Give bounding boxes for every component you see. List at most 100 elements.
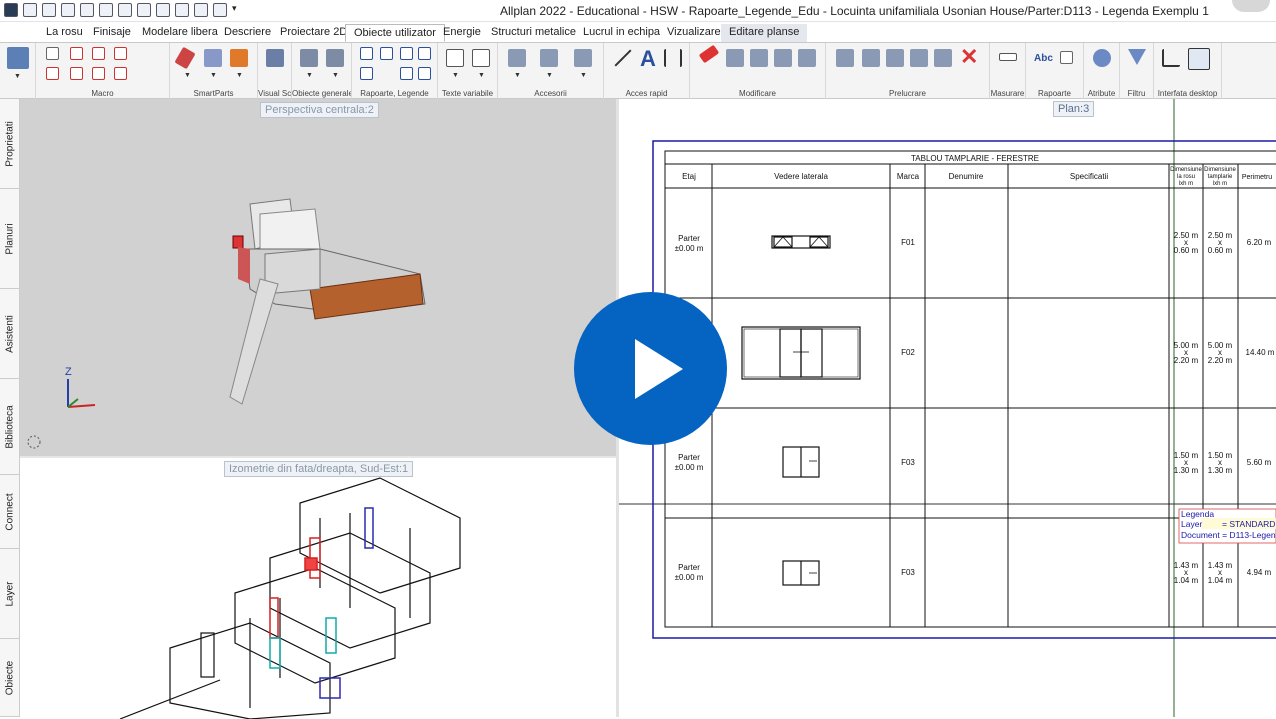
header-dim2: lxh m [1213, 181, 1227, 187]
delete-icon[interactable]: ✕ [960, 44, 978, 70]
variable-text-icon[interactable] [446, 49, 464, 67]
macro-icon[interactable] [46, 47, 59, 60]
tab-la-rosu[interactable]: La rosu [38, 24, 91, 42]
edit-icon[interactable] [862, 49, 880, 67]
tab-energie[interactable]: Energie [435, 24, 489, 42]
smartpart-icon[interactable] [204, 49, 222, 67]
edit-icon[interactable] [836, 49, 854, 67]
ribbon-group-atribute: Atribute [1084, 43, 1120, 99]
save-icon[interactable] [61, 3, 75, 17]
object-icon[interactable] [300, 49, 318, 67]
isometric-viewport[interactable]: Izometrie din fata/dreapta, Sud-Est:1 [20, 456, 616, 719]
legend-info-box[interactable]: Legenda Layer = STANDARD Document = D113… [1178, 508, 1276, 544]
copy-icon[interactable] [750, 49, 768, 67]
variable-text-icon[interactable] [472, 49, 490, 67]
settings-icon[interactable] [175, 3, 189, 17]
layers-icon[interactable] [194, 3, 208, 17]
group-label: Masurare [990, 89, 1025, 98]
tab-modelare-libera[interactable]: Modelare libera [134, 24, 226, 42]
side-tab-asistenti[interactable]: Asistenti [0, 289, 20, 379]
line-icon[interactable] [614, 49, 632, 67]
chevron-down-icon[interactable]: ▼ [14, 73, 21, 80]
desktop-icon[interactable] [1162, 49, 1180, 67]
report-icon[interactable] [360, 47, 373, 60]
menu-icon[interactable] [7, 47, 29, 69]
tab-editare-planse[interactable]: Editare planse [721, 24, 808, 42]
visual-script-icon[interactable] [266, 49, 284, 67]
abc-icon[interactable]: Abc [1034, 53, 1053, 64]
modify-icon[interactable] [774, 49, 792, 67]
ribbon-group-prelucrare: ✕ Prelucrare [826, 43, 990, 99]
tab-structuri-metalice[interactable]: Structuri metalice [483, 24, 584, 42]
table-row: Parter ±0.00 m F03 1.50 m x 1.30 m 1.50 … [675, 451, 1272, 475]
window-layout-icon[interactable] [1188, 48, 1210, 70]
eraser-icon[interactable] [698, 44, 720, 64]
legend-icon[interactable] [418, 67, 431, 80]
side-tab-layer[interactable]: Layer [0, 549, 20, 639]
macro-icon[interactable] [70, 47, 83, 60]
paste-icon[interactable] [156, 3, 170, 17]
side-tab-obiecte[interactable]: Obiecte [0, 639, 20, 717]
axis-z-label: Z [65, 366, 72, 378]
perspective-viewport[interactable]: Perspectiva centrala:2 Z [20, 99, 616, 456]
side-tab-proprietati[interactable]: Proprietati [0, 99, 20, 189]
print-icon[interactable] [80, 3, 94, 17]
tools-icon[interactable] [213, 3, 227, 17]
filter-icon[interactable] [1128, 49, 1146, 65]
side-tab-planuri[interactable]: Planuri [0, 189, 20, 289]
measure-icon[interactable] [999, 53, 1017, 61]
smartpart-icon[interactable] [230, 49, 248, 67]
tab-proiectare-2d[interactable]: Proiectare 2D [272, 24, 355, 42]
app-logo-icon[interactable] [4, 3, 18, 17]
edit-icon[interactable] [934, 49, 952, 67]
legend-icon[interactable] [400, 47, 413, 60]
edit-icon[interactable] [886, 49, 904, 67]
undo-icon[interactable] [99, 3, 113, 17]
title-bar: ▾ Allplan 2022 - Educational - HSW - Rap… [0, 0, 1276, 22]
tab-vizualizare[interactable]: Vizualizare [659, 24, 729, 42]
tab-lucrul-in-echipa[interactable]: Lucrul in echipa [575, 24, 668, 42]
macro-icon[interactable] [70, 67, 83, 80]
new-file-icon[interactable] [23, 3, 37, 17]
object-icon[interactable] [326, 49, 344, 67]
plan-viewport[interactable]: Plan:3 TABLOU TAMPLARIE - FERESTRE Etaj … [619, 99, 1276, 717]
header-marca: Marca [897, 172, 920, 181]
attribute-icon[interactable] [1093, 49, 1111, 67]
accessory-icon[interactable] [508, 49, 526, 67]
macro-icon[interactable] [114, 47, 127, 60]
open-file-icon[interactable] [42, 3, 56, 17]
header-specificatii: Specificatii [1070, 172, 1108, 181]
macro-icon[interactable] [46, 67, 59, 80]
navigation-icon[interactable] [27, 435, 41, 449]
side-tab-connect[interactable]: Connect [0, 475, 20, 549]
move-icon[interactable] [726, 49, 744, 67]
legend-icon[interactable] [400, 67, 413, 80]
video-play-button[interactable] [574, 292, 727, 445]
accessory-icon[interactable] [540, 49, 558, 67]
report-icon[interactable] [380, 47, 393, 60]
perspective-model: Z [27, 198, 426, 449]
group-label: Obiecte generale [292, 89, 351, 98]
text-icon[interactable]: A [640, 46, 656, 72]
customize-icon[interactable]: ▾ [232, 3, 246, 17]
side-tab-biblioteca[interactable]: Biblioteca [0, 379, 20, 475]
macro-icon[interactable] [114, 67, 127, 80]
dimension-icon[interactable] [664, 49, 682, 67]
legend-icon[interactable] [360, 67, 373, 80]
tab-finisaje[interactable]: Finisaje [85, 24, 139, 42]
window-elevation-f02 [741, 326, 861, 380]
report-icon[interactable] [1060, 51, 1073, 64]
macro-icon[interactable] [92, 47, 105, 60]
header-dim1: lxh m [1179, 181, 1193, 187]
mirror-icon[interactable] [798, 49, 816, 67]
macro-icon[interactable] [92, 67, 105, 80]
edit-icon[interactable] [910, 49, 928, 67]
tab-obiecte-utilizator[interactable]: Obiecte utilizator [345, 24, 445, 42]
legend-icon[interactable] [418, 47, 431, 60]
redo-icon[interactable] [118, 3, 132, 17]
accessory-icon[interactable] [574, 49, 592, 67]
copy-icon[interactable] [137, 3, 151, 17]
tab-descriere[interactable]: Descriere [216, 24, 279, 42]
avatar[interactable] [1232, 0, 1270, 12]
smartpart-icon[interactable] [174, 46, 196, 70]
